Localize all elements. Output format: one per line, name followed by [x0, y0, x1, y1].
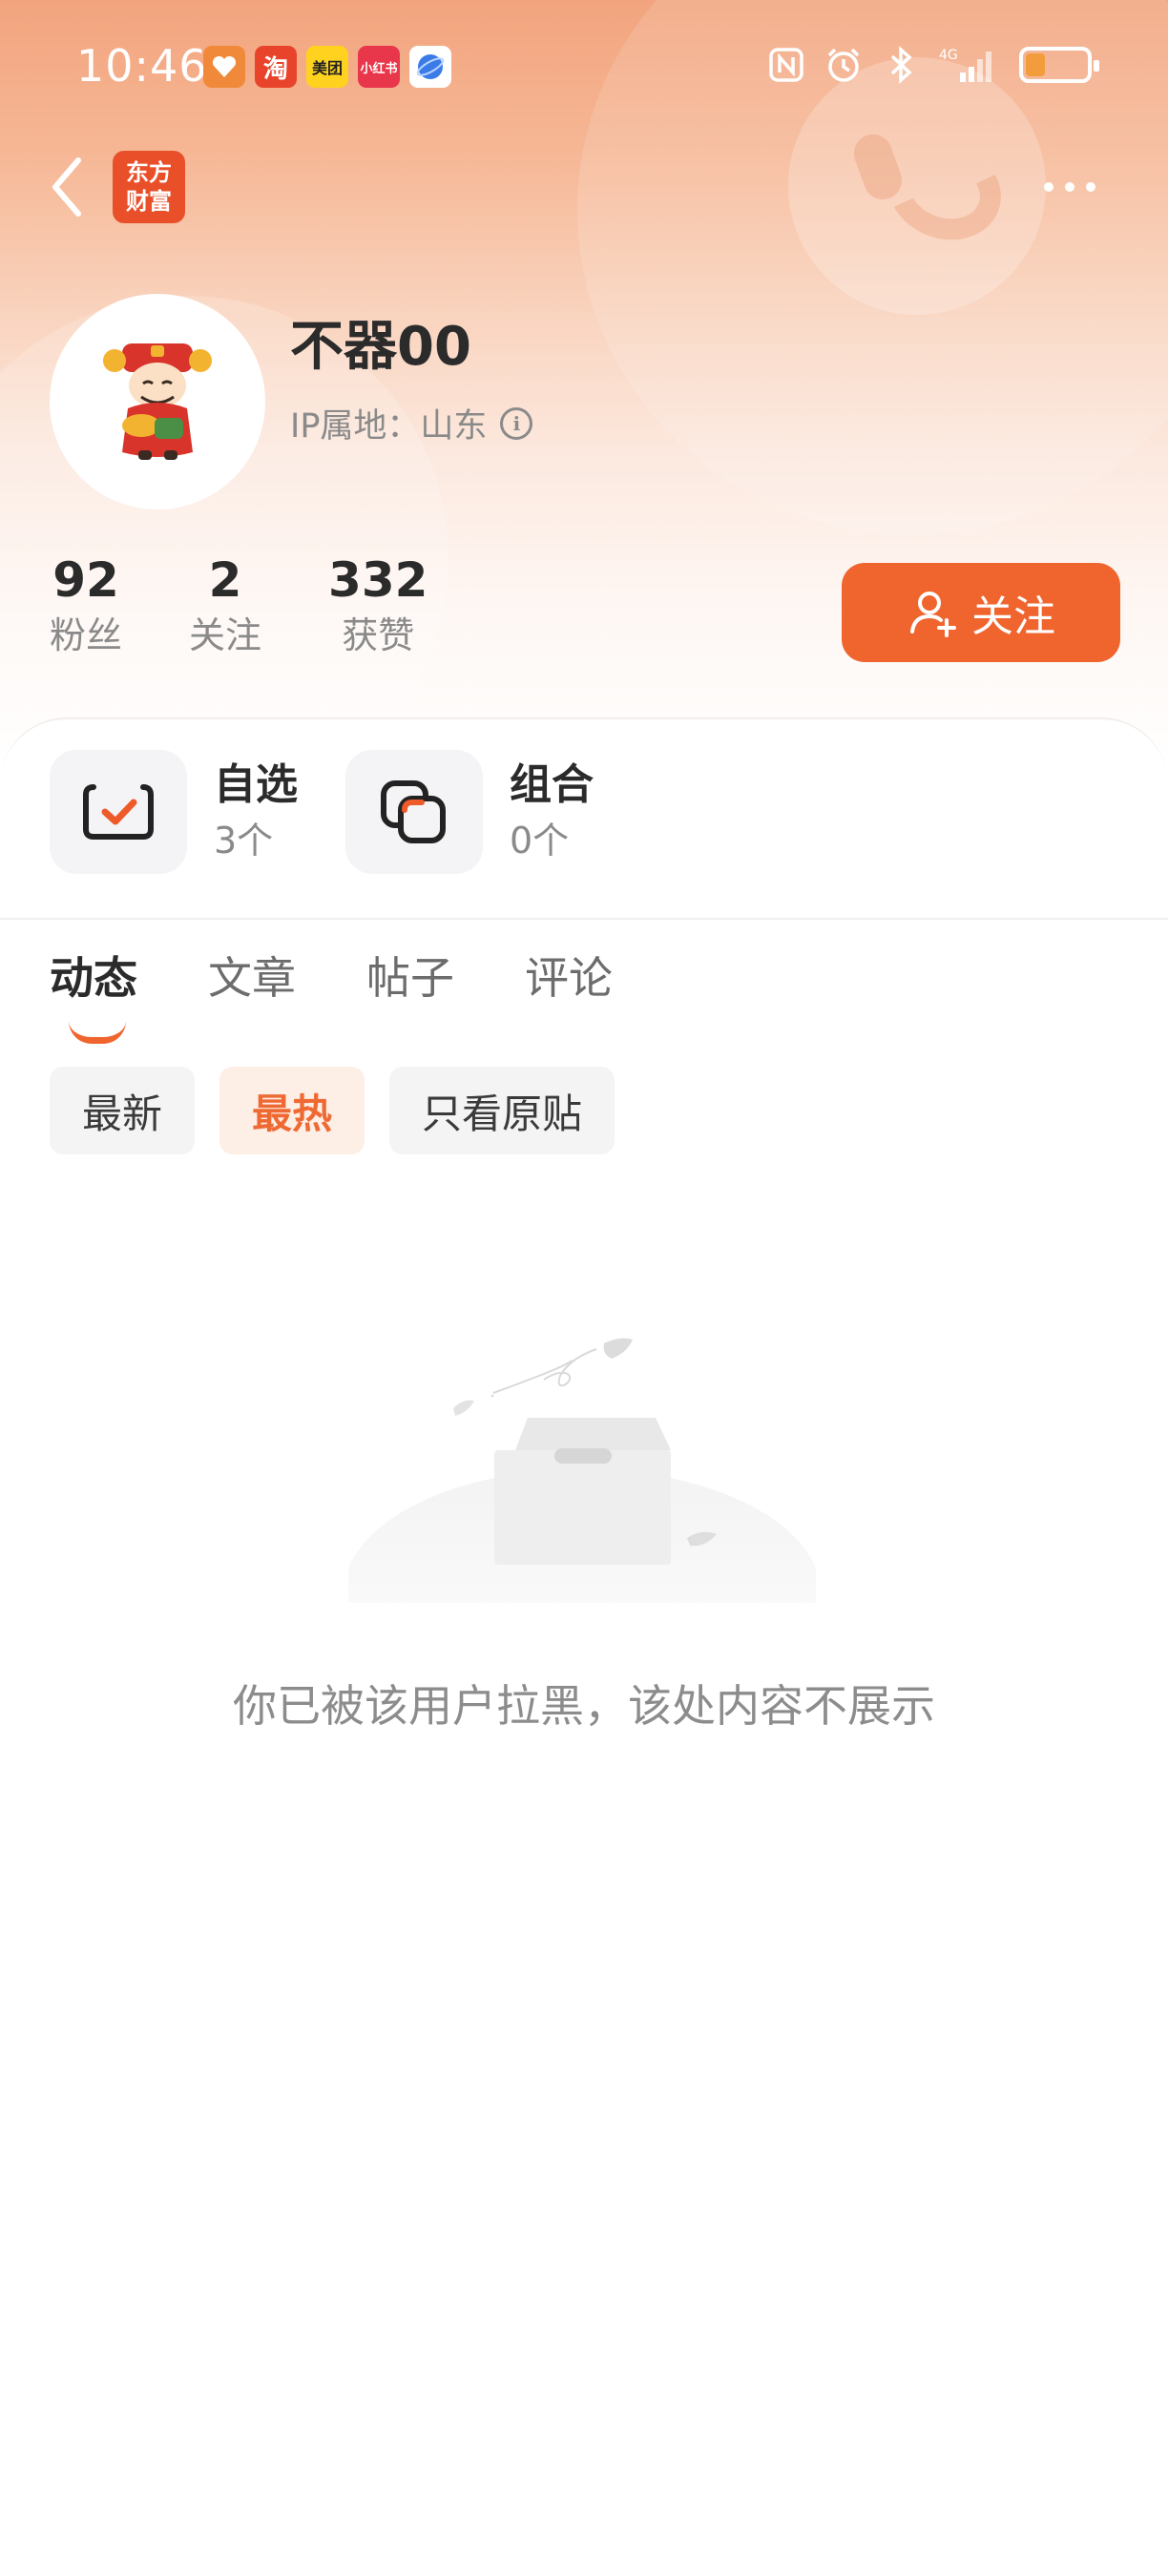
avatar[interactable]: [50, 294, 265, 509]
battery-icon: [1019, 47, 1099, 83]
stat-label: 粉丝: [50, 614, 123, 656]
alipay-icon: [203, 46, 245, 88]
cellular-signal-icon: 4G: [939, 46, 1000, 84]
status-bar: 10:46 淘 美团 小红书 4G: [0, 0, 1168, 134]
assets-card: 自选 3个 组合 0个: [0, 717, 1168, 918]
ip-location: IP属地：山东 i: [290, 399, 533, 447]
filter-original-only[interactable]: 只看原贴: [389, 1067, 615, 1154]
empty-box-illustration: [348, 1338, 816, 1603]
caishen-avatar-icon: [103, 343, 212, 460]
tab-label: 动态: [50, 952, 137, 1004]
follow-button-label: 关注: [971, 592, 1055, 641]
tab-posts[interactable]: 帖子: [366, 945, 454, 1011]
profile-stats: 92 粉丝 2 关注 332 获赞: [50, 551, 494, 662]
notification-app-icons: 淘 美团 小红书: [203, 46, 451, 88]
browser-icon: [409, 46, 451, 88]
brand-logo-line1: 东方: [126, 159, 172, 186]
back-button[interactable]: [46, 149, 94, 225]
tab-label: 文章: [208, 952, 296, 1004]
xiaohongshu-icon: 小红书: [358, 46, 400, 88]
stat-following[interactable]: 2 关注: [189, 551, 261, 662]
tab-label: 帖子: [366, 952, 454, 1004]
meituan-icon: 美团: [306, 46, 348, 88]
checkbox-check-icon: [83, 784, 154, 840]
tab-label: 评论: [525, 952, 613, 1004]
watchlist-title: 自选: [214, 760, 298, 809]
tab-dynamics[interactable]: 动态: [50, 945, 137, 1044]
watchlist-count: 3个: [214, 820, 274, 862]
info-icon[interactable]: i: [500, 406, 533, 440]
filter-latest[interactable]: 最新: [50, 1067, 196, 1154]
battery-level: [1026, 53, 1045, 76]
stat-value: 2: [208, 552, 242, 608]
empty-state-message: 你已被该用户拉黑，该处内容不展示: [233, 1680, 935, 1732]
network-type-label: 4G: [939, 48, 958, 63]
stat-label: 获赞: [342, 614, 415, 656]
bluetooth-icon: [882, 46, 920, 84]
watchlist-entry[interactable]: 自选 3个: [50, 750, 298, 874]
more-options-button[interactable]: [1044, 172, 1111, 202]
nfc-icon: [767, 46, 805, 84]
portfolio-icon-wrap: [345, 750, 483, 874]
portfolio-title: 组合: [510, 760, 594, 809]
dot-icon: [1044, 182, 1053, 192]
follow-button[interactable]: 关注: [842, 563, 1120, 662]
stat-fans[interactable]: 92 粉丝: [50, 551, 122, 662]
username: 不器00: [290, 316, 471, 378]
dot-icon: [1065, 182, 1074, 192]
tab-articles[interactable]: 文章: [208, 945, 296, 1011]
filter-chips: 最新 最热 只看原贴: [50, 1067, 615, 1154]
dot-icon: [1086, 182, 1095, 192]
alarm-icon: [824, 46, 863, 84]
filter-hottest[interactable]: 最热: [219, 1067, 365, 1154]
divider: [0, 918, 1168, 920]
portfolio-entry[interactable]: 组合 0个: [345, 750, 594, 874]
portfolio-count: 0个: [510, 820, 570, 862]
stat-value: 332: [328, 552, 428, 608]
brand-logo[interactable]: 东方 财富: [113, 151, 185, 223]
ip-location-label: IP属地：山东: [290, 407, 488, 446]
portfolio-icon: [381, 780, 446, 843]
tab-comments[interactable]: 评论: [525, 945, 613, 1011]
chevron-left-icon: [52, 157, 81, 217]
active-tab-indicator: [69, 1021, 126, 1044]
stat-likes[interactable]: 332 获赞: [328, 551, 428, 662]
system-status-icons: 4G: [767, 46, 1099, 84]
content-tabs: 动态 文章 帖子 评论: [50, 945, 613, 1044]
stat-value: 92: [52, 552, 119, 608]
stat-label: 关注: [189, 614, 262, 656]
add-user-icon: [910, 592, 956, 637]
status-time: 10:46: [76, 40, 208, 92]
watchlist-icon-wrap: [50, 750, 187, 874]
brand-logo-line2: 财富: [126, 188, 172, 215]
taobao-icon: 淘: [255, 46, 297, 88]
